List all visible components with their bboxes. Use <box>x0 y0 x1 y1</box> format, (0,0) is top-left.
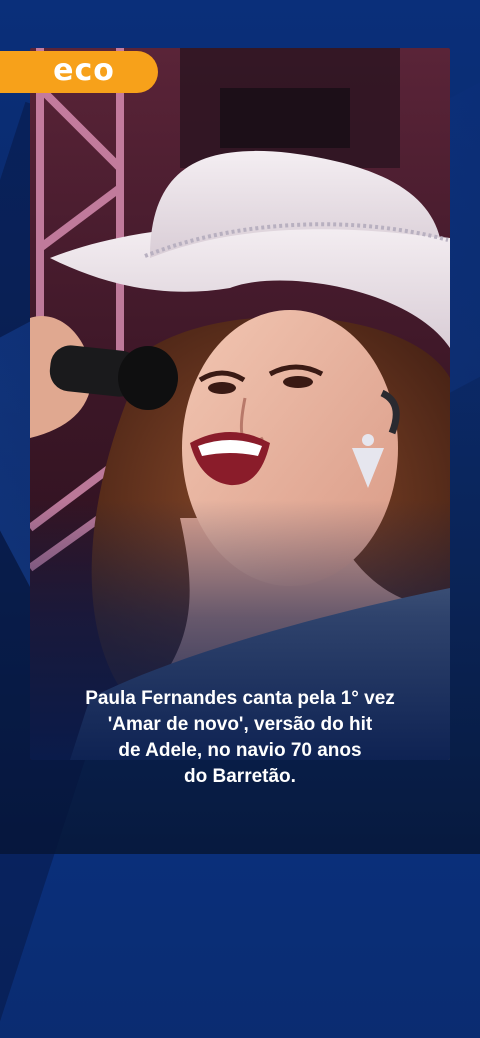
caption-line: de Adele, no navio 70 anos <box>118 740 362 761</box>
logo-text: eco <box>53 52 115 88</box>
caption-line: do Barretão. <box>184 766 296 787</box>
video-frame[interactable] <box>30 48 450 760</box>
caption-line: 'Amar de novo', versão do hit <box>107 714 373 735</box>
caption-line: Paula Fernandes canta pela 1° vez <box>85 688 395 709</box>
video-caption: Paula Fernandes canta pela 1° vez 'Amar … <box>40 686 440 790</box>
eco-logo: eco <box>0 51 158 93</box>
